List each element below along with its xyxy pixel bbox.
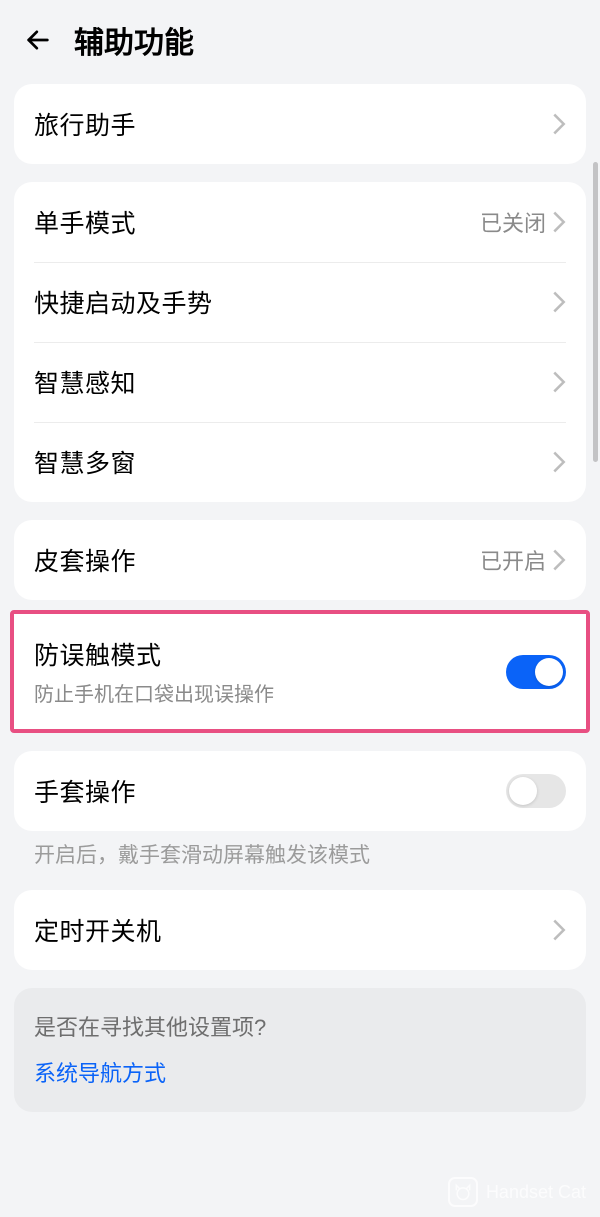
- row-label: 旅行助手: [34, 106, 552, 142]
- back-button[interactable]: [20, 22, 56, 58]
- row-glove-mode[interactable]: 手套操作: [14, 751, 586, 831]
- search-other-settings: 是否在寻找其他设置项? 系统导航方式: [14, 988, 586, 1112]
- search-question-text: 是否在寻找其他设置项?: [34, 1010, 566, 1042]
- row-smart-sensing[interactable]: 智慧感知: [14, 342, 586, 422]
- row-label: 手套操作: [34, 773, 506, 809]
- app-header: 辅助功能: [0, 0, 600, 84]
- row-value: 已关闭: [480, 206, 546, 238]
- row-label: 智慧感知: [34, 364, 552, 400]
- toggle-knob: [535, 658, 563, 686]
- settings-group-travel: 旅行助手: [14, 84, 586, 164]
- glove-mode-description: 开启后，戴手套滑动屏幕触发该模式: [0, 841, 600, 890]
- toggle-pocket-mode[interactable]: [506, 655, 566, 689]
- scrollbar[interactable]: [593, 162, 598, 462]
- cat-icon: [448, 1177, 478, 1207]
- row-label: 定时开关机: [34, 912, 552, 948]
- chevron-right-icon: [552, 371, 566, 393]
- toggle-glove-mode[interactable]: [506, 774, 566, 808]
- row-label: 快捷启动及手势: [34, 284, 552, 320]
- row-label: 防误触模式: [34, 636, 506, 672]
- row-travel-assistant[interactable]: 旅行助手: [14, 84, 586, 164]
- row-label: 智慧多窗: [34, 444, 552, 480]
- row-multi-window[interactable]: 智慧多窗: [14, 422, 586, 502]
- highlighted-setting-frame: 防误触模式 防止手机在口袋出现误操作: [10, 610, 590, 733]
- row-pocket-mode[interactable]: 防误触模式 防止手机在口袋出现误操作: [16, 616, 584, 727]
- row-label: 皮套操作: [34, 542, 480, 578]
- row-subtitle: 防止手机在口袋出现误操作: [34, 678, 506, 707]
- chevron-right-icon: [552, 211, 566, 233]
- row-value: 已开启: [480, 544, 546, 576]
- settings-group-power: 定时开关机: [14, 890, 586, 970]
- row-label: 单手模式: [34, 204, 480, 240]
- watermark-text: Handset Cat: [486, 1182, 586, 1203]
- chevron-right-icon: [552, 113, 566, 135]
- nav-style-link[interactable]: 系统导航方式: [34, 1056, 566, 1088]
- settings-group-gestures: 单手模式 已关闭 快捷启动及手势 智慧感知 智慧多窗: [14, 182, 586, 502]
- row-shortcuts-gestures[interactable]: 快捷启动及手势: [14, 262, 586, 342]
- settings-group-glove: 手套操作: [14, 751, 586, 831]
- row-scheduled-power[interactable]: 定时开关机: [14, 890, 586, 970]
- row-leather-case[interactable]: 皮套操作 已开启: [14, 520, 586, 600]
- watermark: Handset Cat: [448, 1177, 586, 1207]
- chevron-right-icon: [552, 919, 566, 941]
- row-one-hand-mode[interactable]: 单手模式 已关闭: [14, 182, 586, 262]
- chevron-right-icon: [552, 451, 566, 473]
- page-title: 辅助功能: [74, 18, 194, 62]
- chevron-right-icon: [552, 291, 566, 313]
- chevron-right-icon: [552, 549, 566, 571]
- toggle-knob: [509, 777, 537, 805]
- settings-group-case: 皮套操作 已开启: [14, 520, 586, 600]
